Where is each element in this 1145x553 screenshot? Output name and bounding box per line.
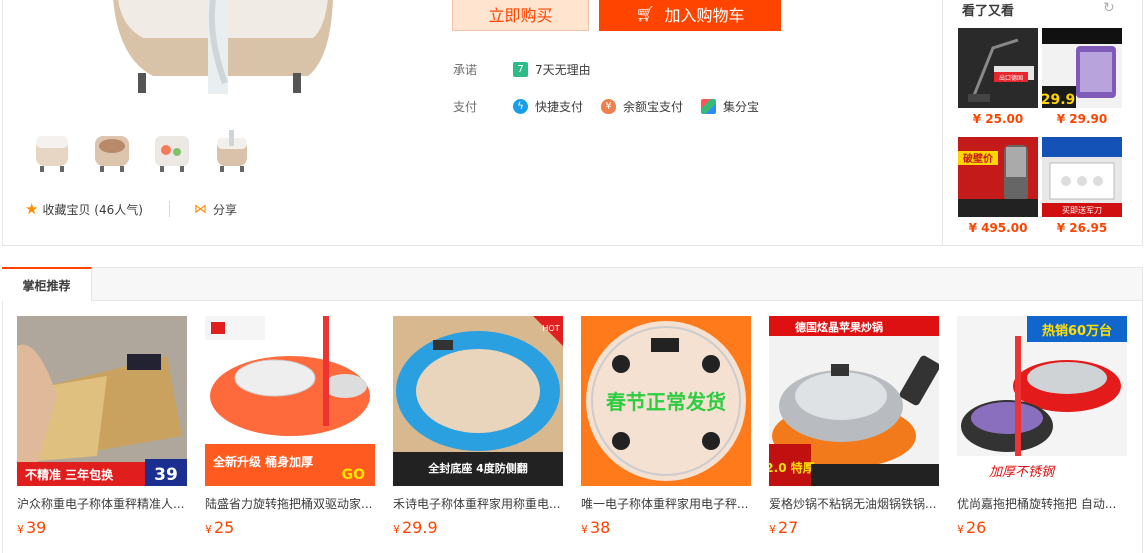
item-banner: 不精准 三年包换 [25, 467, 114, 482]
side-badge: 买即送军刀 [1062, 205, 1102, 215]
refresh-icon[interactable]: ↻ [1103, 0, 1115, 16]
side-price: ¥ 29.90 [1056, 112, 1108, 126]
product-thumbnail[interactable]: 出口德国 [958, 28, 1038, 108]
share-icon[interactable]: ⋈ [194, 202, 207, 217]
item-tag: 39 [154, 465, 178, 485]
recommend-item[interactable]: HOT 全封底座 4度防侧翻 禾诗电子称体重秤家用称重电... ¥29.9 [393, 316, 563, 537]
product-price: ¥38 [581, 518, 611, 537]
pay-method-label: 余额宝支付 [623, 100, 684, 114]
product-image[interactable]: 不精准 三年包换 39 [17, 316, 187, 486]
product-price: ¥29.9 [393, 518, 438, 537]
promise-item[interactable]: 7 7天无理由 [513, 61, 591, 78]
recommend-item[interactable]: 德国炫晶苹果炒锅 2.0 特厚 爱格炒锅不粘锅无油烟锅铁锅... ¥27 [769, 316, 939, 537]
payment-row: 支付 ϟ 快捷支付 ¥ 余额宝支付 集分宝 [453, 98, 777, 115]
recommend-list: 不精准 三年包换 39 沪众称重电子称体重秤精准人... ¥39 全新升级 桶身加… [17, 316, 1127, 537]
see-also-item[interactable]: 出口德国 ¥ 25.00 [958, 28, 1038, 126]
side-badge: 破壁价 [963, 152, 994, 165]
item-banner: 全新升级 桶身加厚 [212, 454, 313, 469]
recommend-item[interactable]: 热销60万台加厚不锈钢 优尚嘉拖把桶旋转拖把 自动... ¥26 [957, 316, 1127, 537]
main-product-image [113, 0, 353, 94]
thumbnail[interactable] [87, 125, 137, 177]
thumbnail[interactable] [147, 125, 197, 177]
product-title[interactable]: 优尚嘉拖把桶旋转拖把 自动... [957, 495, 1127, 512]
add-to-cart-button[interactable]: 🛒︎ 加入购物车 [599, 0, 781, 31]
see-also-item[interactable]: 破壁价 ¥ 495.00 [958, 137, 1038, 235]
pay-method[interactable]: 集分宝 [701, 98, 759, 115]
see-also-item[interactable]: 29.9 ¥ 29.90 [1041, 28, 1122, 126]
add-to-cart-label: 加入购物车 [664, 5, 745, 25]
promise-row: 承诺 7 7天无理由 [453, 61, 609, 78]
recommend-item[interactable]: 全新升级 桶身加厚 GO 陆盛省力旋转拖把桶双驱动家... ¥25 [205, 316, 375, 537]
product-image[interactable]: HOT 全封底座 4度防侧翻 [393, 316, 563, 486]
product-image[interactable]: 全新升级 桶身加厚 GO [205, 316, 375, 486]
quick-pay-icon: ϟ [513, 99, 528, 114]
thumbnail[interactable] [27, 125, 77, 177]
pay-method-label: 集分宝 [723, 100, 760, 114]
product-price: ¥25 [205, 518, 235, 537]
item-banner: 德国炫晶苹果炒锅 [794, 320, 883, 334]
pay-method[interactable]: ϟ 快捷支付 [513, 98, 583, 115]
side-price: ¥ 25.00 [972, 112, 1024, 126]
item-tag: GO [342, 467, 365, 483]
product-image[interactable]: 热销60万台加厚不锈钢 [957, 316, 1127, 486]
pay-method[interactable]: ¥ 余额宝支付 [601, 98, 683, 115]
thumbnail-list [27, 125, 257, 177]
product-title[interactable]: 唯一电子称体重秤家用电子秤... [581, 495, 751, 512]
recommend-item[interactable]: 春节正常发货 唯一电子称体重秤家用电子秤... ¥38 [581, 316, 751, 537]
recommend-tab-bar: 掌柜推荐 [2, 267, 1142, 301]
pay-label: 支付 [453, 100, 478, 114]
share-button[interactable]: 分享 [213, 201, 237, 218]
product-title[interactable]: 沪众称重电子称体重秤精准人... [17, 495, 187, 512]
item-tag: 加厚不锈钢 [989, 465, 1056, 480]
product-price: ¥39 [17, 518, 47, 537]
side-badge: 出口德国 [999, 74, 1023, 82]
cart-icon: 🛒︎ [635, 4, 655, 23]
promise-value: 7天无理由 [535, 63, 591, 77]
buy-now-button[interactable]: 立即购买 [452, 0, 589, 31]
side-price: ¥ 495.00 [968, 221, 1028, 235]
item-banner: 全封底座 4度防侧翻 [427, 461, 527, 475]
favorite-button[interactable]: 收藏宝贝 (46人气) [42, 201, 142, 218]
yuebao-icon: ¥ [601, 99, 617, 114]
product-image[interactable]: 春节正常发货 [581, 316, 751, 486]
recommend-item[interactable]: 不精准 三年包换 39 沪众称重电子称体重秤精准人... ¥39 [17, 316, 187, 537]
product-title[interactable]: 陆盛省力旋转拖把桶双驱动家... [205, 495, 375, 512]
product-thumbnail[interactable]: 破壁价 [958, 137, 1038, 217]
product-price: ¥27 [769, 518, 799, 537]
product-thumbnail[interactable]: 买即送军刀 [1042, 137, 1122, 217]
promise-label: 承诺 [453, 63, 478, 77]
thumbnail[interactable] [207, 125, 257, 177]
product-title[interactable]: 爱格炒锅不粘锅无油烟锅铁锅... [769, 495, 939, 512]
product-title[interactable]: 禾诗电子称体重秤家用称重电... [393, 495, 563, 512]
favorite-share-row: ★ 收藏宝贝 (46人气) ⋈ 分享 [25, 200, 237, 218]
pay-method-label: 快捷支付 [535, 100, 584, 114]
see-also-panel: 看了又看 ↻ 出口德国 ¥ 25.00 29.9 ¥ 29.90 破壁价 ¥ 4… [943, 0, 1143, 246]
divider [168, 201, 170, 217]
star-icon[interactable]: ★ [25, 200, 38, 218]
item-banner: 热销60万台 [1042, 323, 1112, 339]
side-badge: 29.9 [1042, 92, 1075, 108]
product-detail-panel: ★ 收藏宝贝 (46人气) ⋈ 分享 立即购买 🛒︎ 加入购物车 承诺 7 7天… [2, 0, 943, 246]
see-also-item[interactable]: 买即送军刀 ¥ 26.95 [1042, 137, 1122, 235]
tab-shopkeeper-recommend[interactable]: 掌柜推荐 [2, 267, 92, 301]
seven-day-icon: 7 [513, 62, 528, 77]
item-banner: 春节正常发货 [605, 390, 726, 414]
item-tag: HOT [542, 324, 559, 333]
see-also-title: 看了又看 [962, 4, 1015, 19]
product-thumbnail[interactable]: 29.9 [1041, 28, 1122, 108]
product-image[interactable]: 德国炫晶苹果炒锅 2.0 特厚 [769, 316, 939, 486]
product-price: ¥26 [957, 518, 987, 537]
shopkeeper-recommend-section: 掌柜推荐 不精准 三年包换 39 沪众称重电子称体重秤精准人... ¥39 全新升… [2, 267, 1143, 553]
jifenbao-icon [701, 99, 717, 114]
item-tag: 2.0 特厚 [769, 460, 815, 475]
side-price: ¥ 26.95 [1056, 221, 1108, 235]
